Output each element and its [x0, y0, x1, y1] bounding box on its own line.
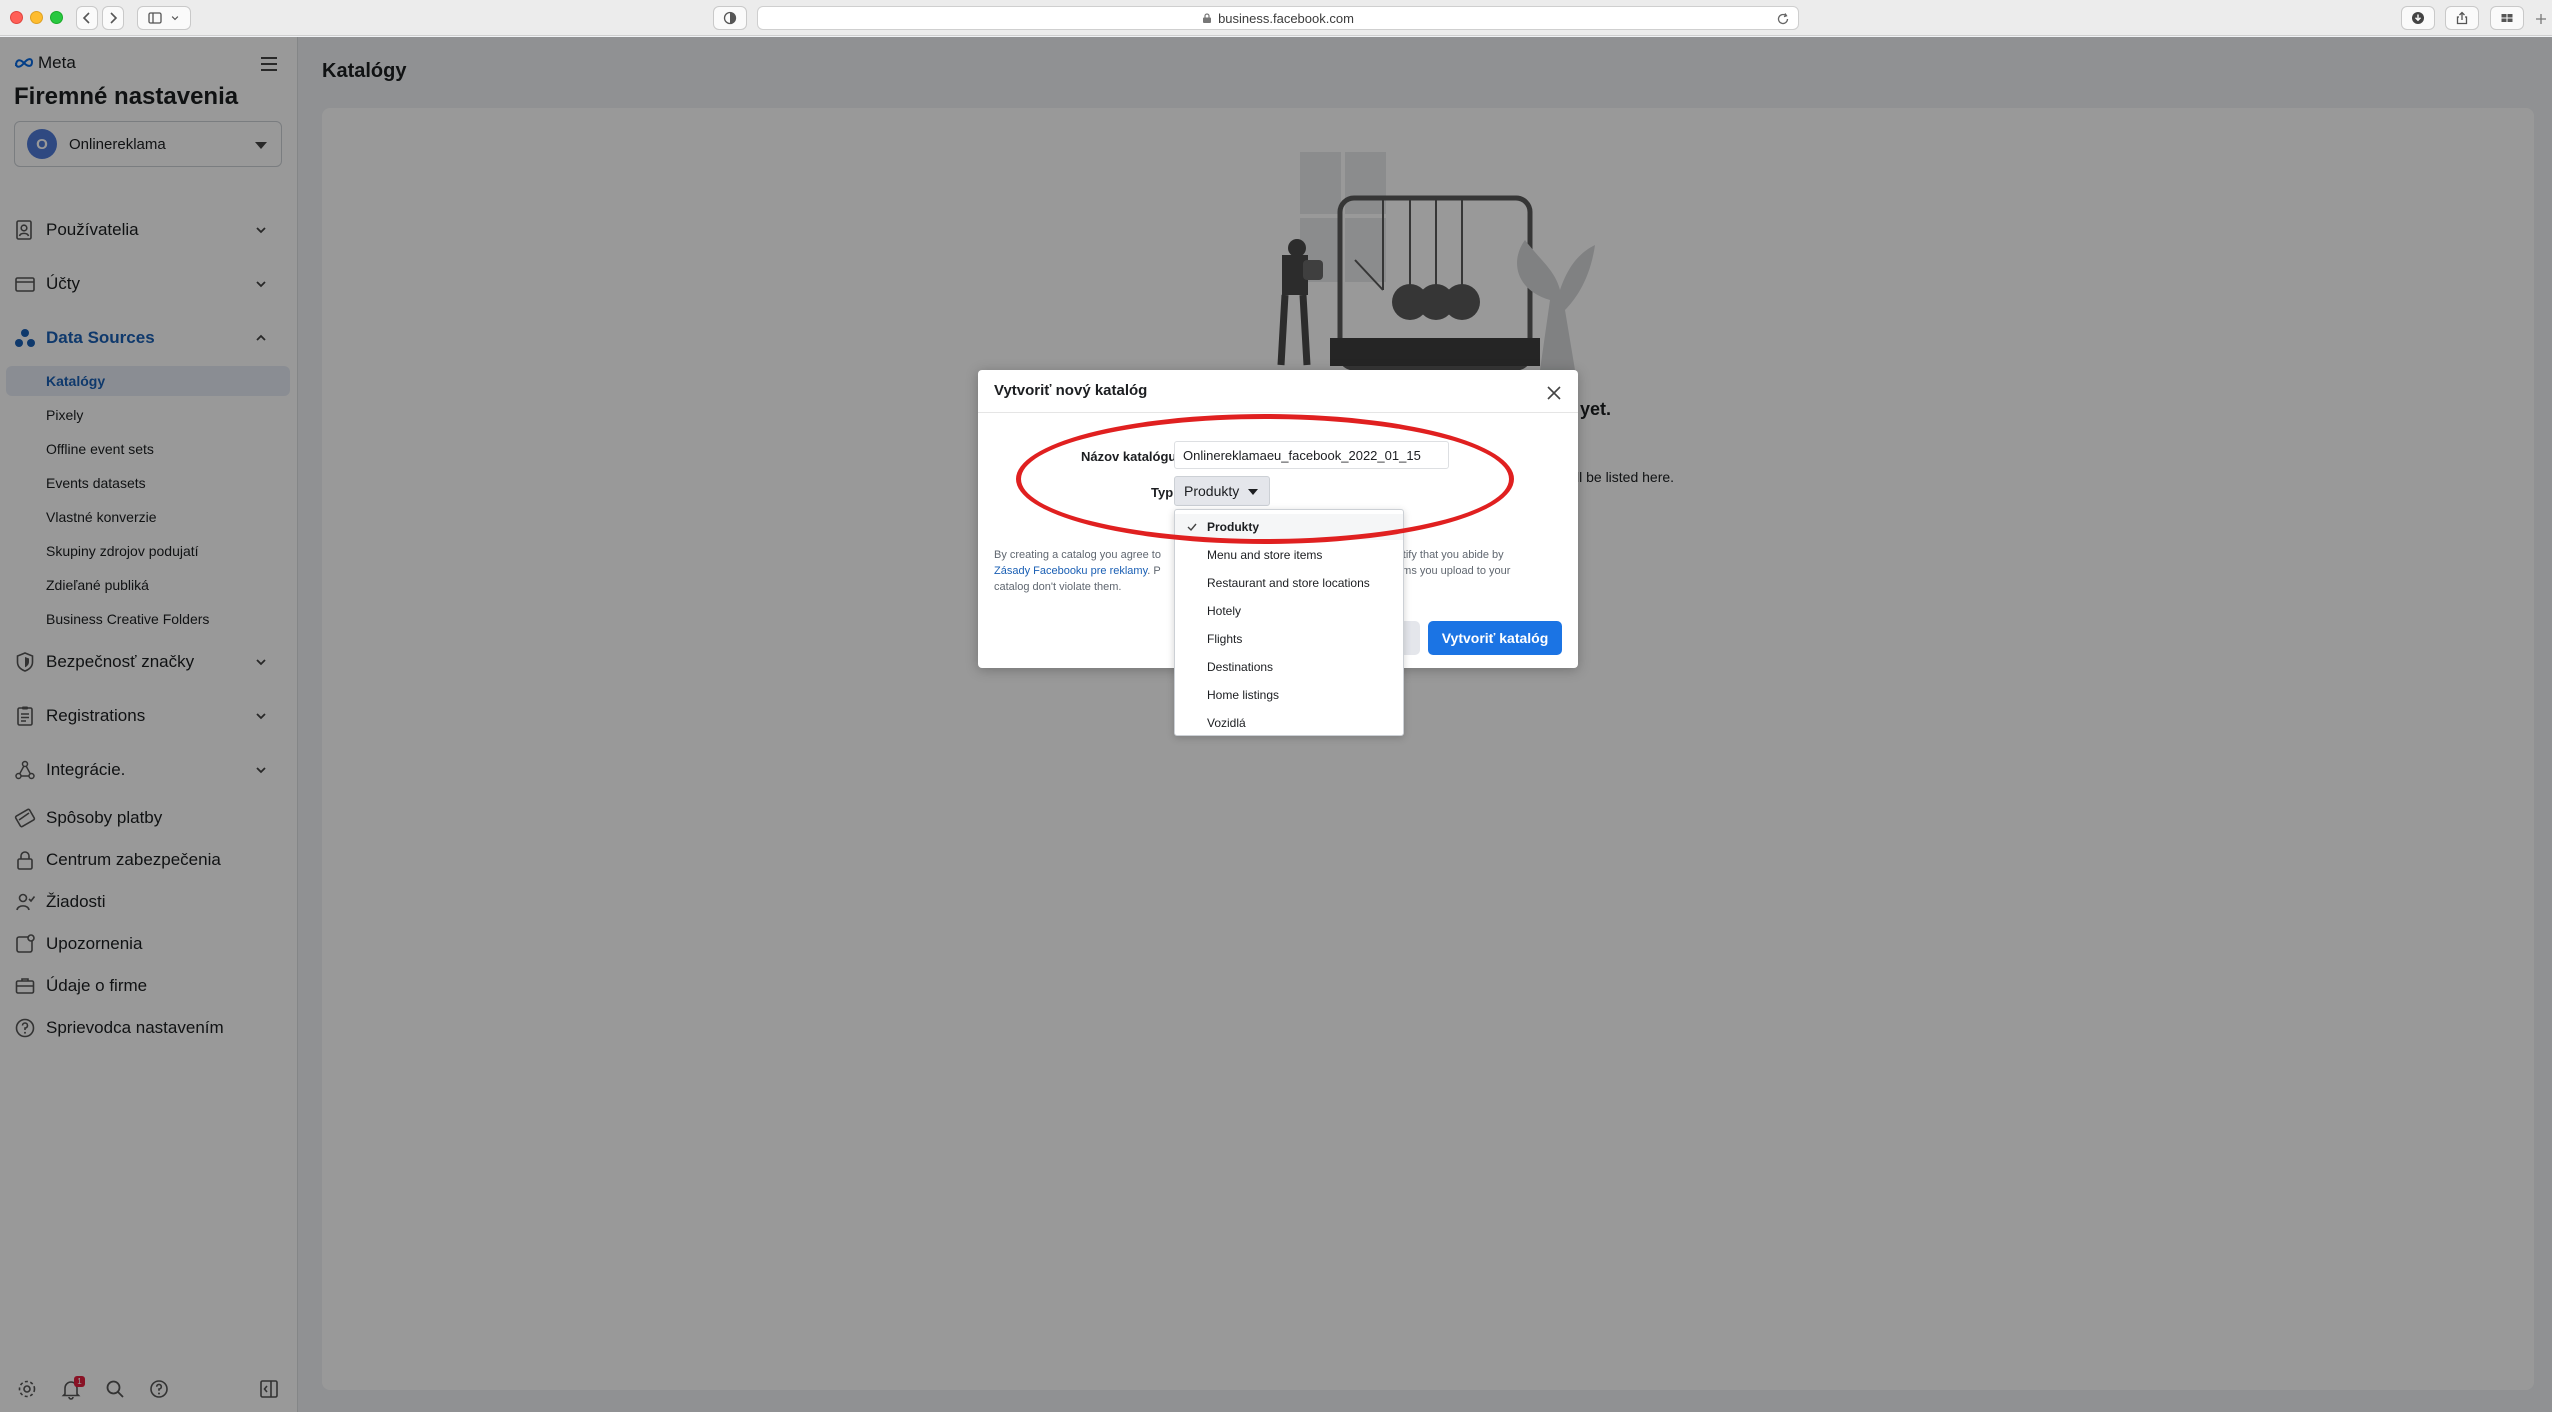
catalog-name-input[interactable]: Onlinereklamaeu_facebook_2022_01_15: [1174, 441, 1449, 469]
url-text: business.facebook.com: [1218, 10, 1354, 26]
back-button[interactable]: [76, 6, 98, 30]
menu-item-label: Destinations: [1207, 660, 1274, 674]
menu-item-label: Flights: [1207, 632, 1243, 646]
menu-item-home-listings[interactable]: Home listings: [1175, 682, 1403, 708]
divider: [978, 412, 1578, 413]
download-icon: [2412, 12, 2424, 24]
legal-text: tems you upload to your: [1393, 565, 1511, 577]
shield-half-icon: [723, 11, 737, 25]
downloads-button[interactable]: [2401, 6, 2435, 30]
close-window-button[interactable]: [10, 11, 23, 24]
menu-item-label: Produkty: [1207, 520, 1260, 534]
legal-text: ertify that you abide by: [1393, 549, 1504, 561]
catalog-type-label: Typ: [1151, 485, 1174, 500]
menu-item-flights[interactable]: Flights: [1175, 626, 1403, 652]
menu-item-label: Vozidlá: [1207, 716, 1246, 730]
privacy-button[interactable]: [713, 6, 747, 30]
menu-item-destinations[interactable]: Destinations: [1175, 654, 1403, 680]
close-icon[interactable]: [1545, 384, 1563, 402]
menu-item-label: Restaurant and store locations: [1207, 576, 1370, 590]
tabs-grid-icon: [2501, 14, 2513, 22]
menu-item-products[interactable]: Produkty: [1175, 514, 1403, 540]
caret-down-icon: [1248, 489, 1258, 495]
menu-item-label: Hotely: [1207, 604, 1242, 618]
menu-item-menu-store-items[interactable]: Menu and store items: [1175, 542, 1403, 568]
catalog-type-value: Produkty: [1184, 483, 1240, 499]
menu-item-hotels[interactable]: Hotely: [1175, 598, 1403, 624]
legal-text: catalog don't violate them.: [994, 581, 1122, 593]
menu-item-vehicles[interactable]: Vozidlá: [1175, 710, 1403, 736]
browser-toolbar: business.facebook.com: [0, 0, 2552, 36]
legal-text: By creating a catalog you agree to: [994, 549, 1161, 561]
menu-item-restaurant-locations[interactable]: Restaurant and store locations: [1175, 570, 1403, 596]
catalog-name-label: Názov katalógu: [1081, 449, 1177, 464]
legal-text: . P: [1147, 565, 1161, 577]
chevron-left-icon: [82, 12, 90, 24]
create-catalog-button[interactable]: Vytvoriť katalóg: [1428, 621, 1562, 655]
reload-icon[interactable]: [1776, 12, 1790, 26]
forward-button[interactable]: [102, 6, 124, 30]
ad-policies-link[interactable]: Zásady Facebooku pre reklamy: [994, 565, 1147, 577]
new-tab-icon[interactable]: [2534, 12, 2548, 26]
dialog-title: Vytvoriť nový katalóg: [994, 382, 1148, 399]
sidebar-icon: [148, 12, 162, 24]
catalog-type-select[interactable]: Produkty: [1174, 476, 1270, 506]
checkmark-icon: [1187, 523, 1197, 532]
lock-icon: [1203, 13, 1212, 23]
zoom-window-button[interactable]: [50, 11, 63, 24]
menu-item-label: Home listings: [1207, 688, 1280, 702]
share-icon: [2456, 11, 2468, 25]
sidebar-toggle-button[interactable]: [137, 6, 191, 30]
tab-overview-button[interactable]: [2490, 6, 2524, 30]
address-bar[interactable]: business.facebook.com: [757, 6, 1799, 30]
chevron-down-icon: [171, 16, 179, 21]
catalog-type-menu: Produkty Menu and store items Restaurant…: [1174, 509, 1404, 736]
menu-item-label: Menu and store items: [1207, 548, 1323, 562]
minimize-window-button[interactable]: [30, 11, 43, 24]
share-button[interactable]: [2445, 6, 2479, 30]
chevron-right-icon: [110, 12, 118, 24]
